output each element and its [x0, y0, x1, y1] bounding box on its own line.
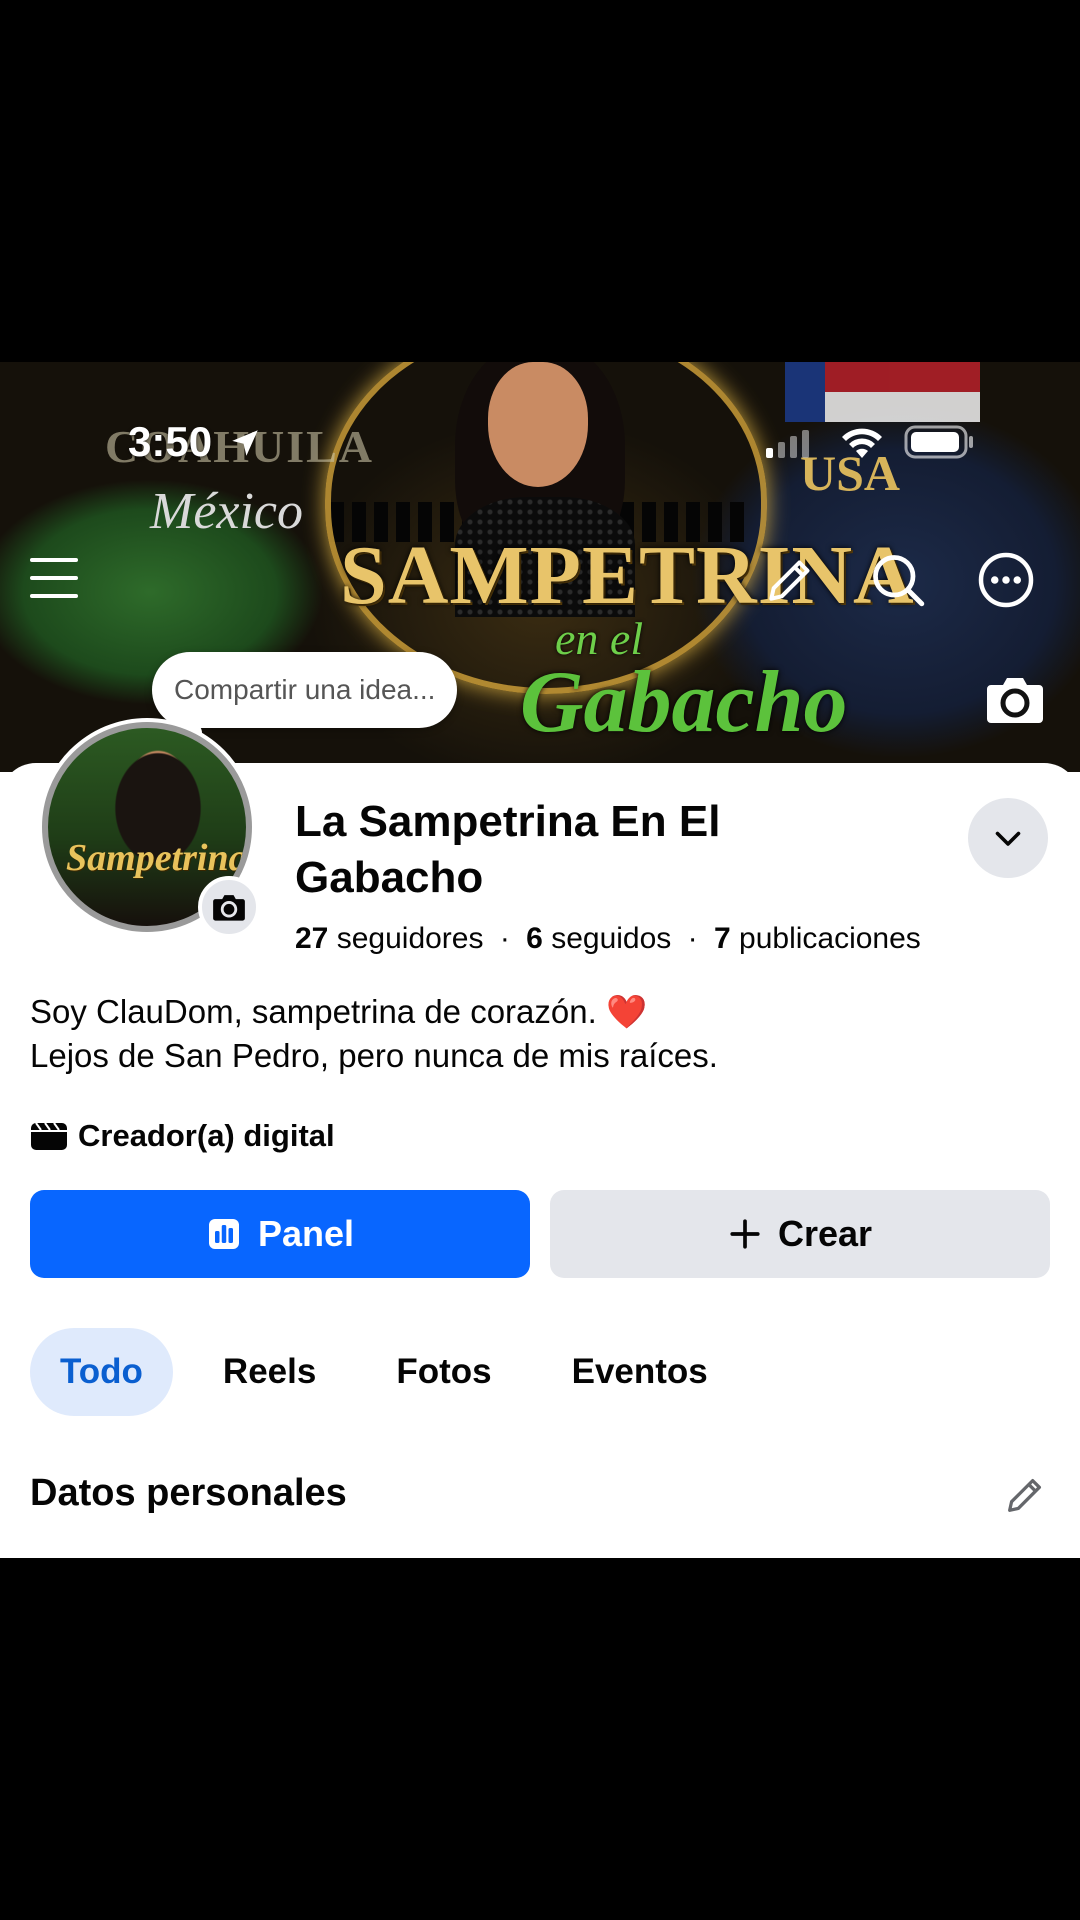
texas-flag-graphic [785, 362, 980, 422]
menu-icon[interactable] [28, 552, 80, 604]
share-idea-text: Compartir una idea... [174, 674, 436, 705]
bio-line-2: Lejos de San Pedro, pero nunca de mis ra… [30, 1037, 718, 1074]
location-arrow-icon [231, 430, 258, 456]
share-idea-bubble[interactable]: Compartir una idea... [152, 652, 458, 728]
profile-stats: 27 seguidores · 6 seguidos · 7 publicaci… [295, 922, 921, 956]
battery-icon [904, 425, 973, 459]
profile-tabs: Todo Reels Fotos Eventos [30, 1328, 758, 1416]
more-options-icon[interactable] [976, 550, 1036, 610]
profile-bio: Soy ClauDom, sampetrina de corazón. ❤️ L… [30, 990, 718, 1078]
cover-illustration-face [488, 362, 588, 487]
status-time: 3:50 [128, 418, 262, 466]
crear-label: Crear [777, 1213, 873, 1254]
plus-icon [730, 1219, 760, 1249]
wifi-icon [842, 428, 882, 458]
bio-line-1: Soy ClauDom, sampetrina de corazón. [30, 993, 597, 1030]
heart-emoji: ❤️ [605, 993, 648, 1030]
panel-button[interactable]: Panel [30, 1190, 530, 1278]
cellular-signal-icon [766, 430, 809, 458]
search-icon[interactable] [868, 550, 928, 610]
edit-pencil-icon[interactable] [762, 552, 818, 608]
clapperboard-icon [31, 1122, 67, 1150]
category-label: Creador(a) digital [78, 1118, 335, 1153]
panel-label: Panel [257, 1213, 355, 1254]
cover-title: SAMPETRINA [340, 529, 915, 622]
cover-subtitle-large: Gabacho [520, 654, 848, 751]
edit-details-pencil-icon[interactable] [1002, 1472, 1048, 1518]
chevron-down-icon [995, 831, 1021, 846]
profile-screen: COAHUILA México USA SAMPETRINA en el Gab… [0, 362, 1080, 1558]
posts-label: publicaciones [739, 922, 921, 955]
profile-avatar[interactable]: Sampetrina [38, 718, 260, 938]
status-icons [760, 422, 980, 462]
crear-button[interactable]: Crear [550, 1190, 1050, 1278]
tab-reels[interactable]: Reels [193, 1328, 346, 1416]
posts-count: 7 [713, 922, 731, 955]
expand-profile-button[interactable] [968, 798, 1048, 878]
followers-count[interactable]: 27 [295, 922, 328, 955]
cover-camera-icon[interactable] [985, 672, 1045, 726]
section-title-personal-data: Datos personales [30, 1472, 347, 1514]
avatar-text: Sampetrina [66, 837, 248, 879]
following-label[interactable]: seguidos [551, 922, 671, 955]
tab-todo[interactable]: Todo [30, 1328, 173, 1416]
tab-fotos[interactable]: Fotos [366, 1328, 521, 1416]
status-time-text: 3:50 [128, 418, 213, 465]
profile-category: Creador(a) digital [30, 1118, 335, 1154]
avatar-camera-button[interactable] [198, 876, 260, 938]
profile-name: La Sampetrina En El Gabacho [295, 797, 721, 902]
camera-icon [213, 895, 245, 921]
following-count[interactable]: 6 [526, 922, 543, 955]
bar-chart-icon [208, 1219, 239, 1249]
cover-text-mexico: México [150, 483, 304, 540]
followers-label[interactable]: seguidores [337, 922, 484, 955]
stats-separator: · [499, 922, 510, 955]
tab-eventos[interactable]: Eventos [542, 1328, 738, 1416]
stats-separator: · [687, 922, 698, 955]
